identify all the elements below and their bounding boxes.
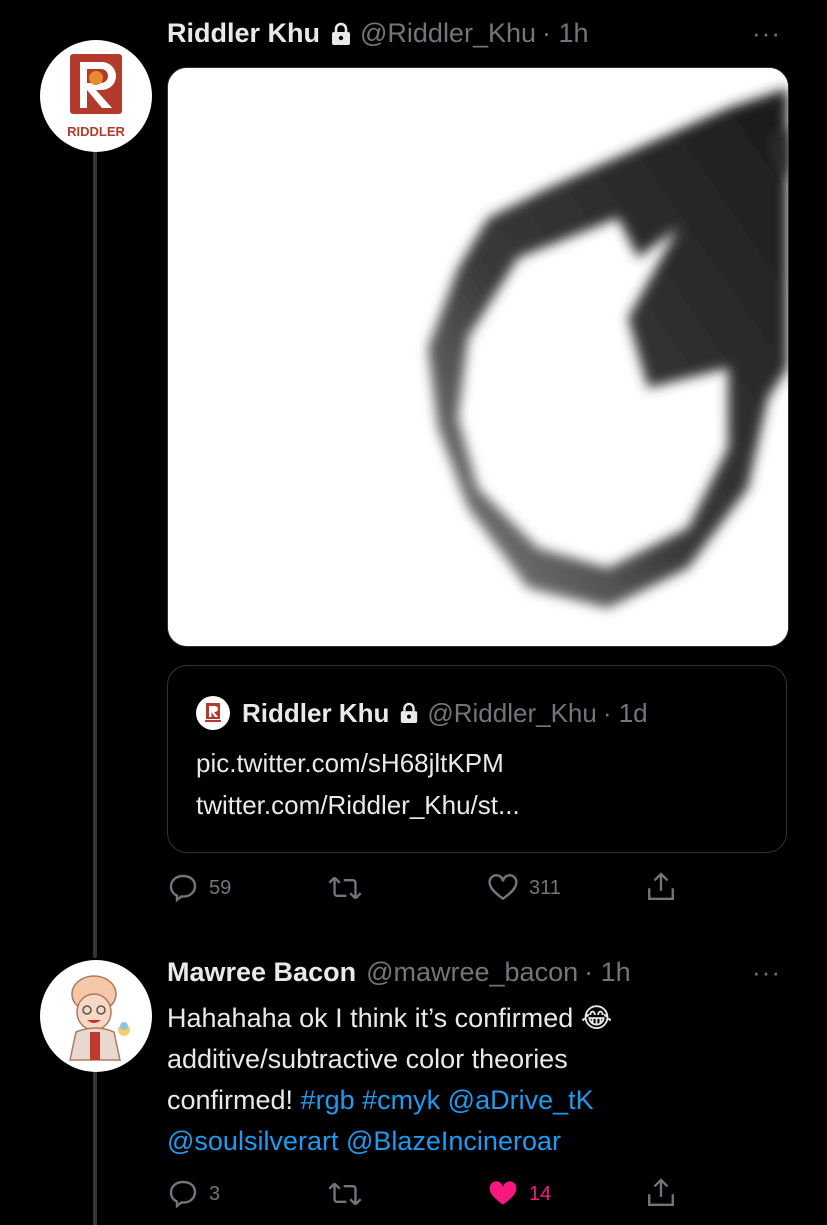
timestamp[interactable]: · 1h: [542, 18, 589, 49]
share-button[interactable]: [645, 870, 677, 904]
avatar-riddler[interactable]: RIDDLER: [40, 40, 152, 152]
mention-soulsilverart[interactable]: @soulsilverart: [167, 1126, 338, 1156]
mention-blazeincineroar[interactable]: @BlazeIncineroar: [346, 1126, 561, 1156]
quoted-display-name[interactable]: Riddler Khu: [242, 698, 389, 729]
tweet-text: Hahahaha ok I think it’s confirmed 😂 add…: [167, 998, 767, 1162]
like-button[interactable]: 311: [487, 872, 561, 904]
reply-button[interactable]: 3: [167, 1178, 220, 1210]
share-button[interactable]: [645, 1176, 677, 1210]
quoted-text-line-1: pic.twitter.com/sH68jltKPM: [196, 748, 504, 778]
like-button[interactable]: 14: [487, 1178, 551, 1210]
handle[interactable]: @mawree_bacon: [366, 957, 578, 988]
reply-count: 3: [209, 1182, 221, 1205]
quoted-avatar[interactable]: [196, 696, 230, 730]
like-count: 14: [529, 1182, 552, 1205]
riddler-logo-icon: [205, 703, 221, 722]
tweet1-header: Riddler Khu @Riddler_Khu · 1h: [167, 18, 589, 49]
tweet2-header: Mawree Bacon @mawree_bacon · 1h: [167, 957, 631, 988]
handle[interactable]: @Riddler_Khu: [360, 18, 536, 49]
laughing-emoji-icon: 😂: [580, 1003, 613, 1033]
quoted-handle[interactable]: @Riddler_Khu: [427, 698, 596, 729]
quoted-tweet[interactable]: Riddler Khu @Riddler_Khu · 1d pic.twitte…: [167, 665, 787, 853]
svg-text:RIDDLER: RIDDLER: [67, 124, 125, 139]
tweet-text-line-1: Hahahaha ok I think it’s confirmed: [167, 1003, 581, 1033]
display-name[interactable]: Mawree Bacon: [167, 957, 356, 988]
hashtag-rgb[interactable]: #rgb: [301, 1085, 355, 1115]
reply-count: 59: [209, 876, 232, 899]
timestamp[interactable]: · 1h: [584, 957, 631, 988]
cartoon-avatar-icon: [69, 975, 130, 1061]
retweet-button[interactable]: [328, 872, 362, 904]
tweet-text-line-2: additive/subtractive color theories: [167, 1044, 568, 1074]
more-options-icon[interactable]: ···: [752, 957, 781, 988]
retweet-icon: [328, 876, 362, 900]
like-count: 311: [529, 876, 561, 899]
retweet-icon: [328, 1182, 362, 1206]
heart-icon: [488, 874, 518, 901]
avatar-mawree[interactable]: [40, 960, 152, 1072]
hashtag-cmyk[interactable]: #cmyk: [362, 1085, 440, 1115]
quoted-tweet-header: Riddler Khu @Riddler_Khu · 1d: [196, 696, 648, 730]
reply-icon: [169, 1180, 197, 1209]
heart-filled-icon: [489, 1181, 517, 1205]
quoted-timestamp[interactable]: · 1d: [603, 698, 648, 729]
share-icon: [648, 1178, 674, 1206]
thread-line: [93, 142, 97, 958]
thread-line-lower: [93, 1062, 97, 1225]
tweet-text-line-3: confirmed!: [167, 1085, 301, 1115]
reply-button[interactable]: 59: [167, 872, 231, 904]
quoted-text-line-2: twitter.com/Riddler_Khu/st...: [196, 790, 520, 820]
display-name[interactable]: Riddler Khu: [167, 18, 320, 49]
riddler-logo-icon: RIDDLER: [67, 54, 125, 139]
reply-icon: [169, 874, 197, 903]
mention-adrive[interactable]: @aDrive_tK: [448, 1085, 594, 1115]
tweet-image[interactable]: [167, 67, 789, 647]
media-image: [168, 68, 788, 646]
lock-icon: [332, 22, 350, 45]
more-options-icon[interactable]: ···: [752, 18, 781, 49]
retweet-button[interactable]: [328, 1178, 362, 1210]
lock-icon: [401, 702, 418, 723]
share-icon: [648, 872, 674, 900]
